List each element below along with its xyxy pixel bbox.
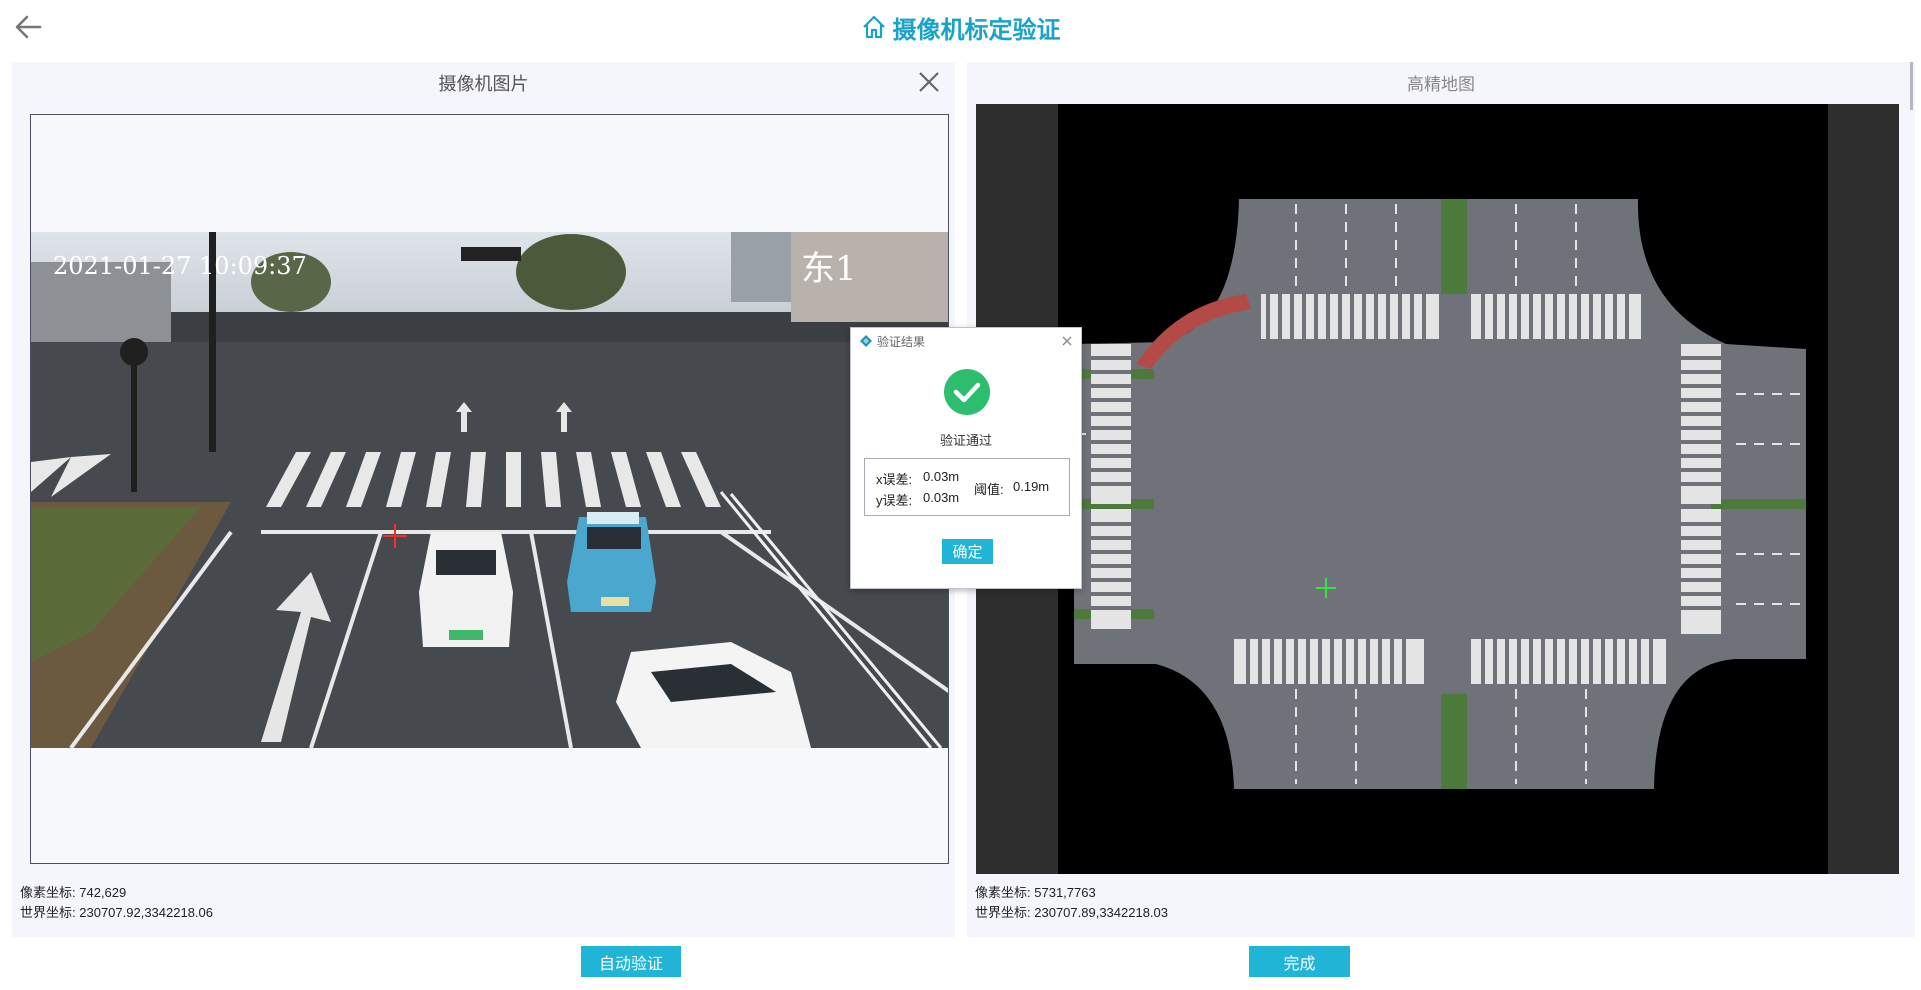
- close-icon: [919, 72, 939, 92]
- dialog-ok-button[interactable]: 确定: [942, 539, 993, 564]
- map-panel-title: 高精地图: [1407, 75, 1475, 95]
- page-title-group: 摄像机标定验证: [0, 10, 1921, 44]
- x-error-label: x误差:: [876, 472, 913, 487]
- close-button[interactable]: [915, 68, 943, 96]
- verify-result-dialog: 验证结果 验证通过 x误差: 0.03m y误差: 0.03m 阈值: 0.19…: [850, 327, 1082, 589]
- page-title: 摄像机标定验证: [892, 15, 1061, 44]
- camera-image-panel: 摄像机图片 2021-01-27 10:09:37 东1 像素坐标: 742,6…: [12, 62, 955, 937]
- error-summary-box: x误差: 0.03m y误差: 0.03m 阈值: 0.19m: [864, 458, 1070, 516]
- world-coord-right: 世界坐标: 230707.89,3342218.03: [975, 905, 1168, 920]
- done-button[interactable]: 完成: [1249, 946, 1350, 977]
- threshold-value: 0.19m: [1013, 479, 1050, 494]
- y-error-value: 0.03m: [923, 490, 960, 505]
- home-icon: [862, 15, 885, 39]
- hd-map-image[interactable]: [976, 104, 1899, 874]
- dialog-header: 验证结果: [851, 328, 1081, 354]
- camera-photo[interactable]: 2021-01-27 10:09:37 东1: [31, 232, 949, 748]
- pixel-coord-right: 像素坐标: 5731,7763: [975, 885, 1096, 900]
- auto-verify-button[interactable]: 自动验证: [581, 946, 681, 977]
- dialog-title: 验证结果: [877, 334, 926, 349]
- y-error-label: y误差:: [876, 493, 913, 508]
- hd-map-panel: 高精地图 像素坐标: 5731,7763 世界坐标: 230707.89,334…: [967, 62, 1915, 937]
- camera-image-frame[interactable]: 2021-01-27 10:09:37 东1: [30, 114, 949, 864]
- pixel-coord-left: 像素坐标: 742,629: [20, 885, 127, 900]
- app-logo-icon: [860, 335, 872, 347]
- x-error-value: 0.03m: [923, 469, 960, 484]
- camera-panel-title: 摄像机图片: [438, 74, 529, 95]
- verify-status: 验证通过: [939, 433, 992, 448]
- close-icon: [1062, 336, 1072, 346]
- photo-timestamp: 2021-01-27 10:09:37: [53, 252, 307, 280]
- hd-map-view[interactable]: [976, 104, 1899, 874]
- photo-camera-label: 东1: [801, 249, 857, 289]
- scrollbar[interactable]: [1909, 62, 1915, 110]
- header: 摄像机标定验证: [0, 0, 1921, 60]
- world-coord-left: 世界坐标: 230707.92,3342218.06: [20, 905, 213, 920]
- dialog-close-button[interactable]: [1059, 333, 1075, 349]
- success-check-icon: [944, 369, 990, 415]
- threshold-label: 阈值:: [974, 482, 1004, 497]
